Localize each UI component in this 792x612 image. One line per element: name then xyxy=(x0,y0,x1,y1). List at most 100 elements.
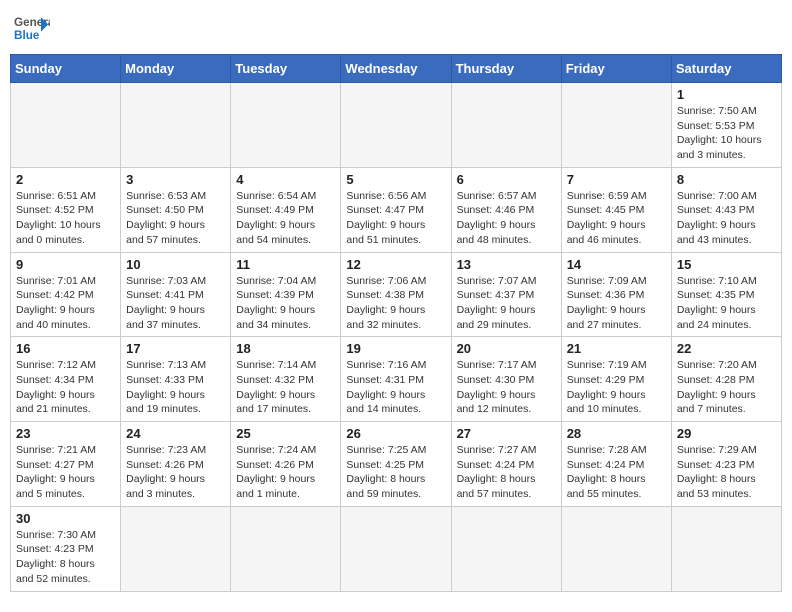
day-number: 9 xyxy=(16,257,115,272)
day-info: Sunrise: 7:06 AM Sunset: 4:38 PM Dayligh… xyxy=(346,274,445,333)
calendar-cell xyxy=(671,506,781,591)
calendar-cell: 29Sunrise: 7:29 AM Sunset: 4:23 PM Dayli… xyxy=(671,422,781,507)
calendar-cell xyxy=(561,83,671,168)
calendar-cell: 24 Sunrise: 7:23 AM Sunset: 4:26 PM Dayli… xyxy=(121,422,231,507)
weekday-friday: Friday xyxy=(561,55,671,83)
calendar-table: SundayMondayTuesdayWednesdayThursdayFrid… xyxy=(10,54,782,592)
day-info: Sunrise: 6:56 AM Sunset: 4:47 PM Dayligh… xyxy=(346,189,445,248)
day-number: 24 xyxy=(126,426,225,441)
day-info: Sunrise: 7:17 AM Sunset: 4:30 PM Dayligh… xyxy=(457,358,556,417)
calendar-cell xyxy=(121,83,231,168)
calendar-cell: 7Sunrise: 6:59 AM Sunset: 4:45 PM Daylig… xyxy=(561,167,671,252)
calendar-cell: 25Sunrise: 7:24 AM Sunset: 4:26 PM Dayli… xyxy=(231,422,341,507)
calendar-cell: 19Sunrise: 7:16 AM Sunset: 4:31 PM Dayli… xyxy=(341,337,451,422)
day-number: 12 xyxy=(346,257,445,272)
day-info: Sunrise: 6:57 AM Sunset: 4:46 PM Dayligh… xyxy=(457,189,556,248)
day-info: Sunrise: 7:03 AM Sunset: 4:41 PM Dayligh… xyxy=(126,274,225,333)
calendar-body: 1Sunrise: 7:50 AM Sunset: 5:53 PM Daylig… xyxy=(11,83,782,592)
weekday-wednesday: Wednesday xyxy=(341,55,451,83)
calendar-cell: 6 Sunrise: 6:57 AM Sunset: 4:46 PM Daylig… xyxy=(451,167,561,252)
calendar-cell xyxy=(11,83,121,168)
day-number: 2 xyxy=(16,172,115,187)
day-info: Sunrise: 7:14 AM Sunset: 4:32 PM Dayligh… xyxy=(236,358,335,417)
day-number: 5 xyxy=(346,172,445,187)
day-info: Sunrise: 7:21 AM Sunset: 4:27 PM Dayligh… xyxy=(16,443,115,502)
calendar-cell xyxy=(341,83,451,168)
day-info: Sunrise: 7:00 AM Sunset: 4:43 PM Dayligh… xyxy=(677,189,776,248)
day-number: 6 xyxy=(457,172,556,187)
day-number: 30 xyxy=(16,511,115,526)
day-number: 22 xyxy=(677,341,776,356)
day-info: Sunrise: 7:25 AM Sunset: 4:25 PM Dayligh… xyxy=(346,443,445,502)
day-number: 21 xyxy=(567,341,666,356)
calendar-cell xyxy=(451,83,561,168)
calendar-cell: 8Sunrise: 7:00 AM Sunset: 4:43 PM Daylig… xyxy=(671,167,781,252)
day-info: Sunrise: 7:12 AM Sunset: 4:34 PM Dayligh… xyxy=(16,358,115,417)
calendar-cell: 30 Sunrise: 7:30 AM Sunset: 4:23 PM Dayli… xyxy=(11,506,121,591)
calendar-cell: 14Sunrise: 7:09 AM Sunset: 4:36 PM Dayli… xyxy=(561,252,671,337)
calendar-cell: 10 Sunrise: 7:03 AM Sunset: 4:41 PM Dayli… xyxy=(121,252,231,337)
calendar-cell xyxy=(231,506,341,591)
day-info: Sunrise: 7:28 AM Sunset: 4:24 PM Dayligh… xyxy=(567,443,666,502)
calendar-cell xyxy=(231,83,341,168)
day-info: Sunrise: 7:30 AM Sunset: 4:23 PM Dayligh… xyxy=(16,528,115,587)
calendar-cell: 18 Sunrise: 7:14 AM Sunset: 4:32 PM Dayli… xyxy=(231,337,341,422)
calendar-cell: 16 Sunrise: 7:12 AM Sunset: 4:34 PM Dayli… xyxy=(11,337,121,422)
day-number: 4 xyxy=(236,172,335,187)
weekday-monday: Monday xyxy=(121,55,231,83)
day-number: 10 xyxy=(126,257,225,272)
calendar-cell xyxy=(561,506,671,591)
calendar-cell: 15Sunrise: 7:10 AM Sunset: 4:35 PM Dayli… xyxy=(671,252,781,337)
calendar-week-1: 1Sunrise: 7:50 AM Sunset: 5:53 PM Daylig… xyxy=(11,83,782,168)
logo-icon: General Blue xyxy=(14,10,50,46)
day-info: Sunrise: 6:51 AM Sunset: 4:52 PM Dayligh… xyxy=(16,189,115,248)
day-info: Sunrise: 7:29 AM Sunset: 4:23 PM Dayligh… xyxy=(677,443,776,502)
calendar-cell xyxy=(451,506,561,591)
day-number: 16 xyxy=(16,341,115,356)
day-number: 11 xyxy=(236,257,335,272)
calendar-cell: 1Sunrise: 7:50 AM Sunset: 5:53 PM Daylig… xyxy=(671,83,781,168)
day-info: Sunrise: 7:04 AM Sunset: 4:39 PM Dayligh… xyxy=(236,274,335,333)
day-info: Sunrise: 7:07 AM Sunset: 4:37 PM Dayligh… xyxy=(457,274,556,333)
day-info: Sunrise: 7:19 AM Sunset: 4:29 PM Dayligh… xyxy=(567,358,666,417)
day-info: Sunrise: 7:01 AM Sunset: 4:42 PM Dayligh… xyxy=(16,274,115,333)
calendar-week-5: 23 Sunrise: 7:21 AM Sunset: 4:27 PM Dayli… xyxy=(11,422,782,507)
calendar-cell: 17 Sunrise: 7:13 AM Sunset: 4:33 PM Dayli… xyxy=(121,337,231,422)
calendar-cell: 27Sunrise: 7:27 AM Sunset: 4:24 PM Dayli… xyxy=(451,422,561,507)
day-info: Sunrise: 7:16 AM Sunset: 4:31 PM Dayligh… xyxy=(346,358,445,417)
day-number: 3 xyxy=(126,172,225,187)
svg-text:Blue: Blue xyxy=(14,29,40,42)
weekday-header-row: SundayMondayTuesdayWednesdayThursdayFrid… xyxy=(11,55,782,83)
calendar-cell: 28Sunrise: 7:28 AM Sunset: 4:24 PM Dayli… xyxy=(561,422,671,507)
day-number: 15 xyxy=(677,257,776,272)
calendar-week-6: 30 Sunrise: 7:30 AM Sunset: 4:23 PM Dayli… xyxy=(11,506,782,591)
calendar-cell: 12 Sunrise: 7:06 AM Sunset: 4:38 PM Dayli… xyxy=(341,252,451,337)
day-info: Sunrise: 7:20 AM Sunset: 4:28 PM Dayligh… xyxy=(677,358,776,417)
day-info: Sunrise: 6:59 AM Sunset: 4:45 PM Dayligh… xyxy=(567,189,666,248)
day-number: 26 xyxy=(346,426,445,441)
day-info: Sunrise: 7:09 AM Sunset: 4:36 PM Dayligh… xyxy=(567,274,666,333)
day-number: 1 xyxy=(677,87,776,102)
calendar-cell: 2 Sunrise: 6:51 AM Sunset: 4:52 PM Daylig… xyxy=(11,167,121,252)
day-number: 23 xyxy=(16,426,115,441)
calendar-cell xyxy=(121,506,231,591)
day-info: Sunrise: 6:54 AM Sunset: 4:49 PM Dayligh… xyxy=(236,189,335,248)
day-number: 17 xyxy=(126,341,225,356)
calendar-cell: 13 Sunrise: 7:07 AM Sunset: 4:37 PM Dayli… xyxy=(451,252,561,337)
calendar-cell: 9 Sunrise: 7:01 AM Sunset: 4:42 PM Daylig… xyxy=(11,252,121,337)
calendar-cell: 3 Sunrise: 6:53 AM Sunset: 4:50 PM Daylig… xyxy=(121,167,231,252)
day-info: Sunrise: 7:13 AM Sunset: 4:33 PM Dayligh… xyxy=(126,358,225,417)
day-number: 25 xyxy=(236,426,335,441)
calendar-week-3: 9 Sunrise: 7:01 AM Sunset: 4:42 PM Daylig… xyxy=(11,252,782,337)
day-number: 13 xyxy=(457,257,556,272)
weekday-tuesday: Tuesday xyxy=(231,55,341,83)
day-info: Sunrise: 7:23 AM Sunset: 4:26 PM Dayligh… xyxy=(126,443,225,502)
calendar-cell: 20 Sunrise: 7:17 AM Sunset: 4:30 PM Dayli… xyxy=(451,337,561,422)
calendar-cell: 5 Sunrise: 6:56 AM Sunset: 4:47 PM Daylig… xyxy=(341,167,451,252)
calendar-cell xyxy=(341,506,451,591)
calendar-cell: 21 Sunrise: 7:19 AM Sunset: 4:29 PM Dayli… xyxy=(561,337,671,422)
day-number: 18 xyxy=(236,341,335,356)
day-number: 20 xyxy=(457,341,556,356)
day-info: Sunrise: 6:53 AM Sunset: 4:50 PM Dayligh… xyxy=(126,189,225,248)
calendar-cell: 23 Sunrise: 7:21 AM Sunset: 4:27 PM Dayli… xyxy=(11,422,121,507)
